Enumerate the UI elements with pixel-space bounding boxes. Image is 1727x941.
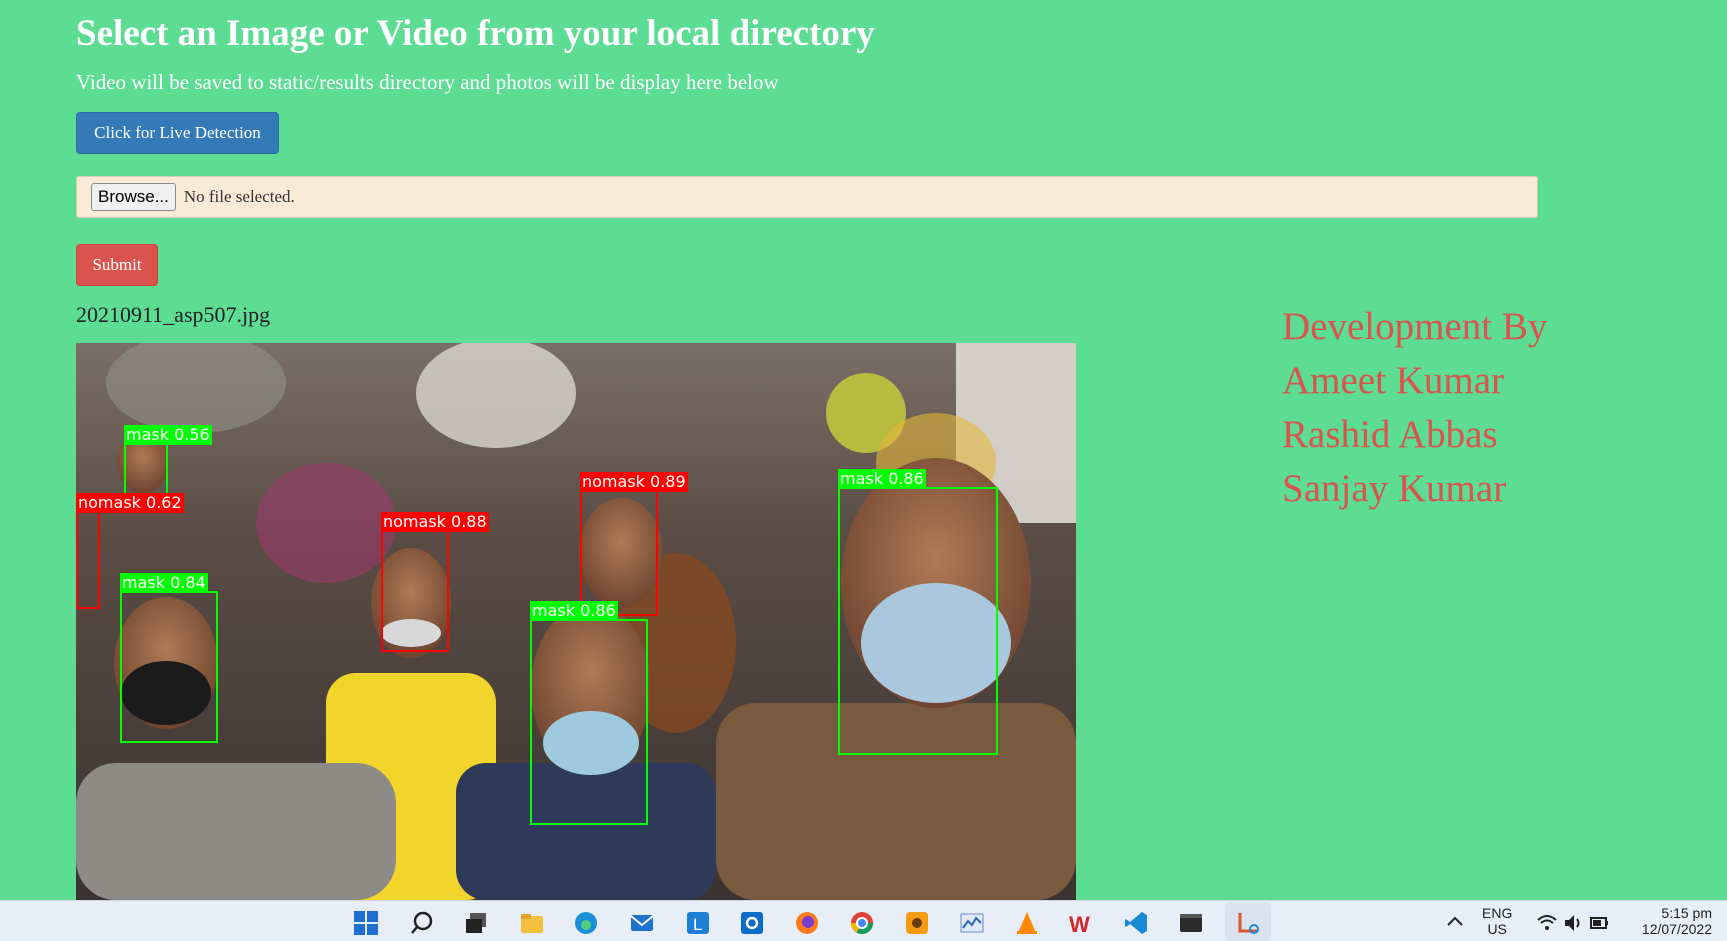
detection-result-image: mask 0.56 nomask 0.62 nomask 0.88 nomask 0.… xyxy=(76,343,1076,900)
svg-text:L: L xyxy=(693,915,702,934)
terminal-icon[interactable] xyxy=(1177,909,1205,937)
page-title: Select an Image or Video from your local… xyxy=(76,13,875,54)
app-orange-icon[interactable] xyxy=(903,909,931,937)
detection-box-mask: mask 0.84 xyxy=(120,573,218,743)
page: Select an Image or Video from your local… xyxy=(0,0,1727,900)
language-indicator[interactable]: ENG US xyxy=(1482,905,1512,937)
detection-box-nomask: nomask 0.88 xyxy=(381,512,489,652)
start-icon[interactable] xyxy=(352,909,380,937)
detection-label: mask 0.56 xyxy=(124,425,212,445)
battery-icon[interactable] xyxy=(1588,912,1610,934)
edge-icon[interactable] xyxy=(572,909,600,937)
detection-label: nomask 0.89 xyxy=(580,472,688,492)
live-detection-button[interactable]: Click for Live Detection xyxy=(76,112,279,154)
chrome-icon[interactable] xyxy=(848,909,876,937)
taskbar: L W ENG US 5:15 pm 12/07/2022 xyxy=(0,900,1727,941)
submit-button[interactable]: Submit xyxy=(76,244,158,286)
detection-box-nomask: nomask 0.89 xyxy=(580,472,688,616)
mail-icon[interactable] xyxy=(628,909,656,937)
result-filename: 20210911_asp507.jpg xyxy=(76,302,271,327)
firefox-icon[interactable] xyxy=(793,909,821,937)
detection-box-mask: mask 0.86 xyxy=(838,469,998,755)
search-icon[interactable] xyxy=(408,909,436,937)
clock-time: 5:15 pm xyxy=(1661,905,1712,921)
detection-label: mask 0.86 xyxy=(530,601,618,621)
wifi-icon[interactable] xyxy=(1536,912,1558,934)
page-subtitle: Video will be saved to static/results di… xyxy=(76,70,779,94)
language-label: ENG xyxy=(1482,905,1513,921)
credits-block: Development By Ameet Kumar Rashid Abbas … xyxy=(1282,300,1547,516)
detection-label: mask 0.86 xyxy=(838,469,926,489)
l-app-icon[interactable]: L xyxy=(684,909,712,937)
chevron-up-icon[interactable] xyxy=(1444,911,1466,933)
file-status: No file selected. xyxy=(183,187,295,206)
vlc-icon[interactable] xyxy=(1013,909,1041,937)
detection-label: nomask 0.62 xyxy=(76,493,184,513)
detection-box-nomask: nomask 0.62 xyxy=(76,493,184,609)
credits-name: Rashid Abbas xyxy=(1282,413,1498,456)
clock[interactable]: 5:15 pm 12/07/2022 xyxy=(1634,905,1712,937)
credits-name: Ameet Kumar xyxy=(1282,359,1505,402)
clock-date: 12/07/2022 xyxy=(1641,921,1712,937)
wps-icon[interactable]: W xyxy=(1067,909,1095,937)
outlook-icon[interactable] xyxy=(738,909,766,937)
volume-icon[interactable] xyxy=(1562,912,1584,934)
file-input-field[interactable]: Browse... No file selected. xyxy=(76,176,1538,218)
file-explorer-icon[interactable] xyxy=(518,909,546,937)
browse-button[interactable]: Browse... xyxy=(91,183,176,211)
task-view-icon[interactable] xyxy=(462,909,490,937)
vscode-icon[interactable] xyxy=(1122,909,1150,937)
chart-app-icon[interactable] xyxy=(958,909,986,937)
svg-text:W: W xyxy=(1069,912,1090,937)
credits-heading: Development By xyxy=(1282,305,1548,348)
snipping-tool-icon[interactable] xyxy=(1234,909,1262,937)
detection-label: mask 0.84 xyxy=(120,573,208,593)
detection-box-mask: mask 0.86 xyxy=(530,601,648,825)
credits-name: Sanjay Kumar xyxy=(1282,467,1507,510)
region-label: US xyxy=(1487,921,1507,937)
detection-label: nomask 0.88 xyxy=(381,512,489,532)
